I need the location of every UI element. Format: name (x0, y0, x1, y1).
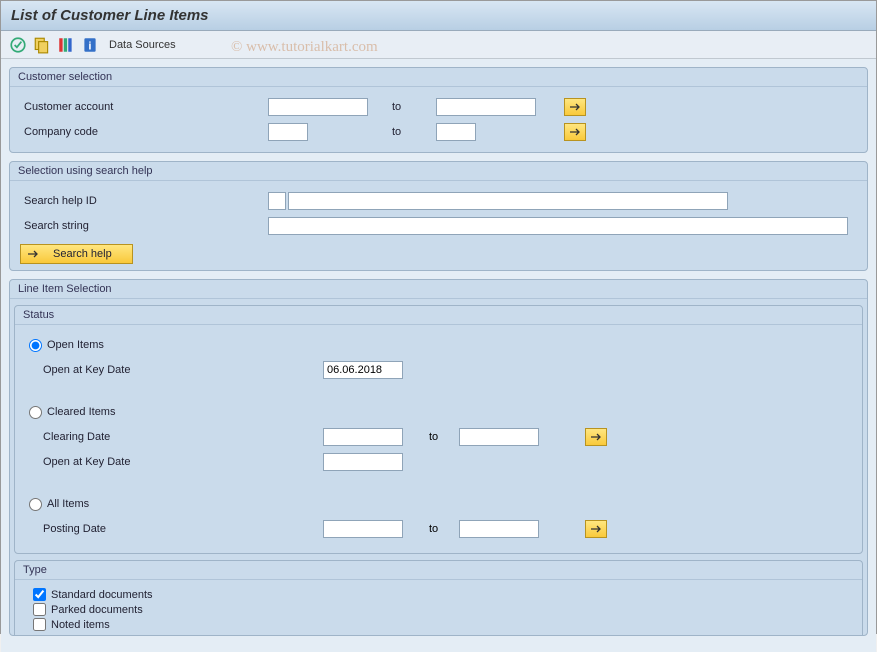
toolbar: i Data Sources (1, 31, 876, 59)
company-code-to-input[interactable] (436, 123, 476, 141)
parked-documents-label: Parked documents (51, 604, 143, 616)
posting-date-multi-button[interactable] (585, 520, 607, 538)
customer-account-label: Customer account (20, 101, 150, 113)
line-item-selection-legend: Line Item Selection (10, 280, 867, 299)
search-help-id-label: Search help ID (20, 195, 150, 207)
open-items-label: Open Items (47, 339, 104, 351)
cleared-key-date-input[interactable] (323, 453, 403, 471)
standard-documents-label: Standard documents (51, 589, 153, 601)
data-sources-label[interactable]: Data Sources (109, 39, 176, 51)
to-label: to (392, 101, 432, 113)
type-legend: Type (15, 561, 862, 580)
selection-icon[interactable] (57, 36, 75, 54)
customer-account-multi-button[interactable] (564, 98, 586, 116)
noted-items-checkbox[interactable] (33, 618, 46, 631)
posting-date-from-input[interactable] (323, 520, 403, 538)
standard-documents-checkbox[interactable] (33, 588, 46, 601)
svg-text:i: i (88, 40, 91, 52)
open-items-radio[interactable] (29, 339, 42, 352)
status-legend: Status (15, 306, 862, 325)
company-code-label: Company code (20, 126, 150, 138)
company-code-from-input[interactable] (268, 123, 308, 141)
info-icon[interactable]: i (81, 36, 99, 54)
type-group: Type Standard documents Parked documents… (14, 560, 863, 635)
posting-date-to-input[interactable] (459, 520, 539, 538)
cleared-items-radio[interactable] (29, 406, 42, 419)
to-label: to (392, 126, 432, 138)
search-string-label: Search string (20, 220, 150, 232)
open-key-date-input[interactable] (323, 361, 403, 379)
search-help-id-desc-input[interactable] (288, 192, 728, 210)
customer-selection-group: Customer selection Customer account to C… (9, 67, 868, 153)
all-items-radio[interactable] (29, 498, 42, 511)
cleared-key-date-label: Open at Key Date (23, 456, 153, 468)
search-help-button-label: Search help (53, 248, 112, 260)
search-help-group: Selection using search help Search help … (9, 161, 868, 271)
parked-documents-checkbox[interactable] (33, 603, 46, 616)
search-help-legend: Selection using search help (10, 162, 867, 181)
search-help-id-input[interactable] (268, 192, 286, 210)
clearing-date-from-input[interactable] (323, 428, 403, 446)
cleared-items-label: Cleared Items (47, 406, 115, 418)
variant-icon[interactable] (33, 36, 51, 54)
to-label: to (429, 523, 459, 535)
execute-icon[interactable] (9, 36, 27, 54)
company-code-multi-button[interactable] (564, 123, 586, 141)
customer-selection-legend: Customer selection (10, 68, 867, 87)
noted-items-label: Noted items (51, 619, 110, 631)
search-help-button[interactable]: Search help (20, 244, 133, 264)
open-key-date-label: Open at Key Date (23, 364, 153, 376)
customer-account-to-input[interactable] (436, 98, 536, 116)
all-items-label: All Items (47, 498, 89, 510)
posting-date-label: Posting Date (23, 523, 153, 535)
customer-account-from-input[interactable] (268, 98, 368, 116)
clearing-date-to-input[interactable] (459, 428, 539, 446)
clearing-date-label: Clearing Date (23, 431, 153, 443)
line-item-selection-group: Line Item Selection Status Open Items Op… (9, 279, 868, 636)
clearing-date-multi-button[interactable] (585, 428, 607, 446)
content-area: Customer selection Customer account to C… (1, 59, 876, 652)
to-label: to (429, 431, 459, 443)
status-group: Status Open Items Open at Key Date Clear… (14, 305, 863, 554)
search-string-input[interactable] (268, 217, 848, 235)
page-title: List of Customer Line Items (1, 1, 876, 31)
